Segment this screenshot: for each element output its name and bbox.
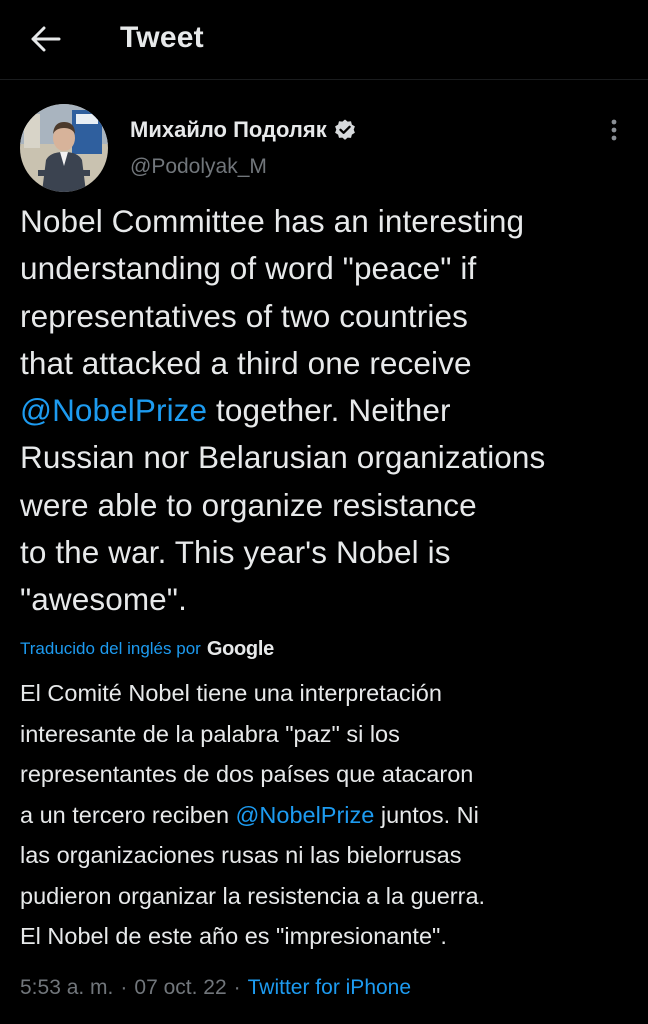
translated-mention-link[interactable]: @NobelPrize: [236, 802, 375, 828]
back-button[interactable]: [22, 18, 70, 60]
translated-by-label[interactable]: Traducido del inglés por: [20, 639, 201, 659]
avatar[interactable]: [20, 104, 108, 192]
more-options-button[interactable]: [598, 112, 630, 148]
author-name[interactable]: Михайло Подоляк: [130, 114, 327, 146]
author-handle[interactable]: @Podolyak_M: [130, 152, 267, 182]
avatar-image: [20, 104, 108, 192]
page-title: Tweet: [120, 21, 204, 54]
tweet-date: 07 oct. 22: [134, 976, 227, 999]
tweet-meta: 5:53 a. m. · 07 oct. 22 · Twitter for iP…: [20, 970, 411, 1006]
translation-attribution: Traducido del inglés por Google: [20, 632, 274, 666]
tweet-source-link[interactable]: Twitter for iPhone: [248, 976, 411, 1000]
author-name-row: Михайло Подоляк: [130, 114, 357, 146]
top-bar: Tweet: [0, 0, 648, 80]
tweet-text: Nobel Committee has an interesting under…: [20, 198, 625, 624]
tweet-time: 5:53 a. m.: [20, 976, 114, 999]
tweet-text-part-1: Nobel Committee has an interesting under…: [20, 203, 525, 381]
mention-link[interactable]: @NobelPrize: [20, 392, 207, 428]
meta-separator-2: ·: [233, 976, 241, 999]
more-vertical-icon: [611, 119, 617, 141]
arrow-left-icon: [31, 26, 61, 52]
translated-text: El Comité Nobel tiene una interpretación…: [20, 673, 625, 957]
google-logo: Google: [206, 637, 274, 660]
meta-separator: ·: [120, 976, 128, 999]
verified-badge-icon: [333, 118, 357, 142]
